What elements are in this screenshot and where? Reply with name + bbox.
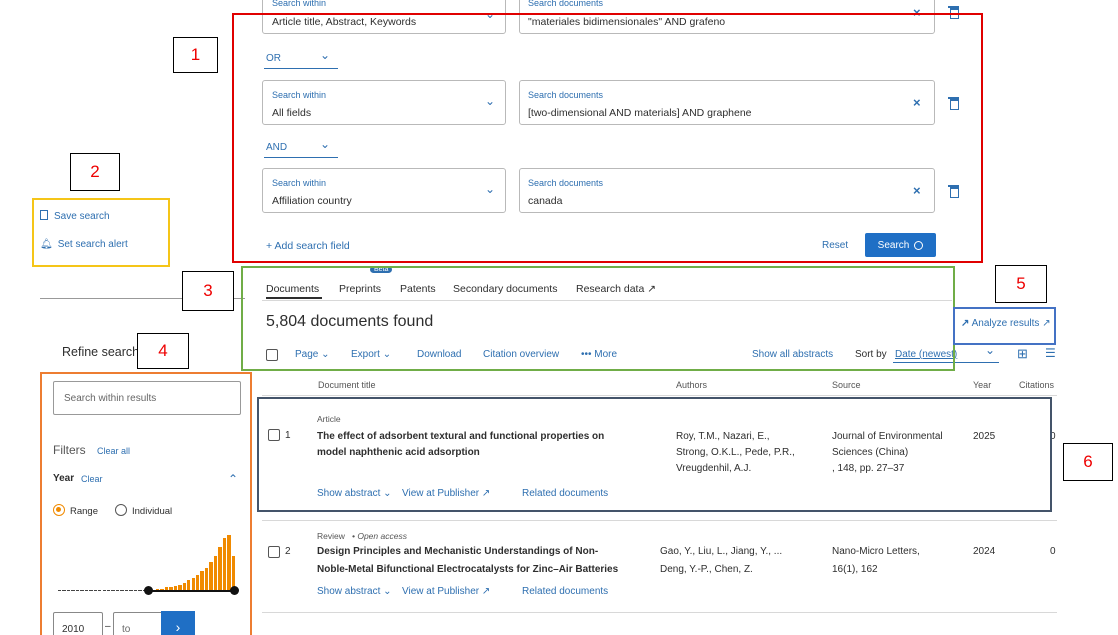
grid-view-icon[interactable]: ⊞ [1017,346,1028,362]
column-citations[interactable]: Citations [1019,380,1054,390]
callout-4: 4 [137,333,189,369]
callout-5: 5 [995,265,1047,303]
result-number: 2 [285,546,291,557]
document-type: Review [317,531,345,541]
year-value: 2024 [973,546,996,557]
annotation-box-3 [241,266,955,371]
document-title-line2[interactable]: Noble-Metal Bifunctional Electrocatalyst… [317,564,618,575]
column-authors[interactable]: Authors [676,380,707,390]
chevron-down-icon: ⌄ [383,586,392,597]
annotation-box-2 [32,198,170,267]
table-row: 2 Review • Open access Design Principles… [262,522,1057,612]
callout-3: 3 [182,271,234,311]
show-abstract-link[interactable]: Show abstract ⌄ [317,586,392,597]
list-view-icon[interactable]: ☰ [1045,346,1056,360]
column-year[interactable]: Year [973,380,991,390]
open-access-text: Open access [357,531,407,541]
author-line[interactable]: Deng, Y.-P., Chen, Z. [660,564,753,575]
column-source[interactable]: Source [832,380,861,390]
view-at-publisher-link[interactable]: View at Publisher ↗ [402,586,490,597]
author-line[interactable]: Gao, Y., Liu, L., Jiang, Y., ... [660,546,782,557]
header-divider [262,395,1057,396]
callout-2: 2 [70,153,120,191]
callout-6: 6 [1063,443,1113,481]
annotation-box-1 [232,13,983,263]
search-documents-label: Search documents [528,0,604,8]
open-access-label: • Open access [352,531,407,541]
annotation-box-4 [40,372,252,635]
annotation-box-6 [257,397,1052,512]
source-line: 16(1), 162 [832,564,878,575]
citations-value: 0 [1050,546,1056,557]
source-line[interactable]: Nano-Micro Letters, [832,546,920,557]
search-within-label: Search within [272,0,327,8]
related-documents-link[interactable]: Related documents [522,586,608,597]
document-title-line1[interactable]: Design Principles and Mechanistic Unders… [317,546,598,557]
column-document-title[interactable]: Document title [318,380,376,390]
row-divider [262,612,1057,613]
chevron-down-icon[interactable]: ⌄ [985,343,995,357]
result-checkbox[interactable] [268,546,280,558]
callout-1: 1 [173,37,218,73]
refine-search-title: Refine search [62,345,140,359]
show-abstract-label: Show abstract [317,586,381,597]
annotation-box-5 [953,307,1056,345]
row-divider [262,520,1057,521]
